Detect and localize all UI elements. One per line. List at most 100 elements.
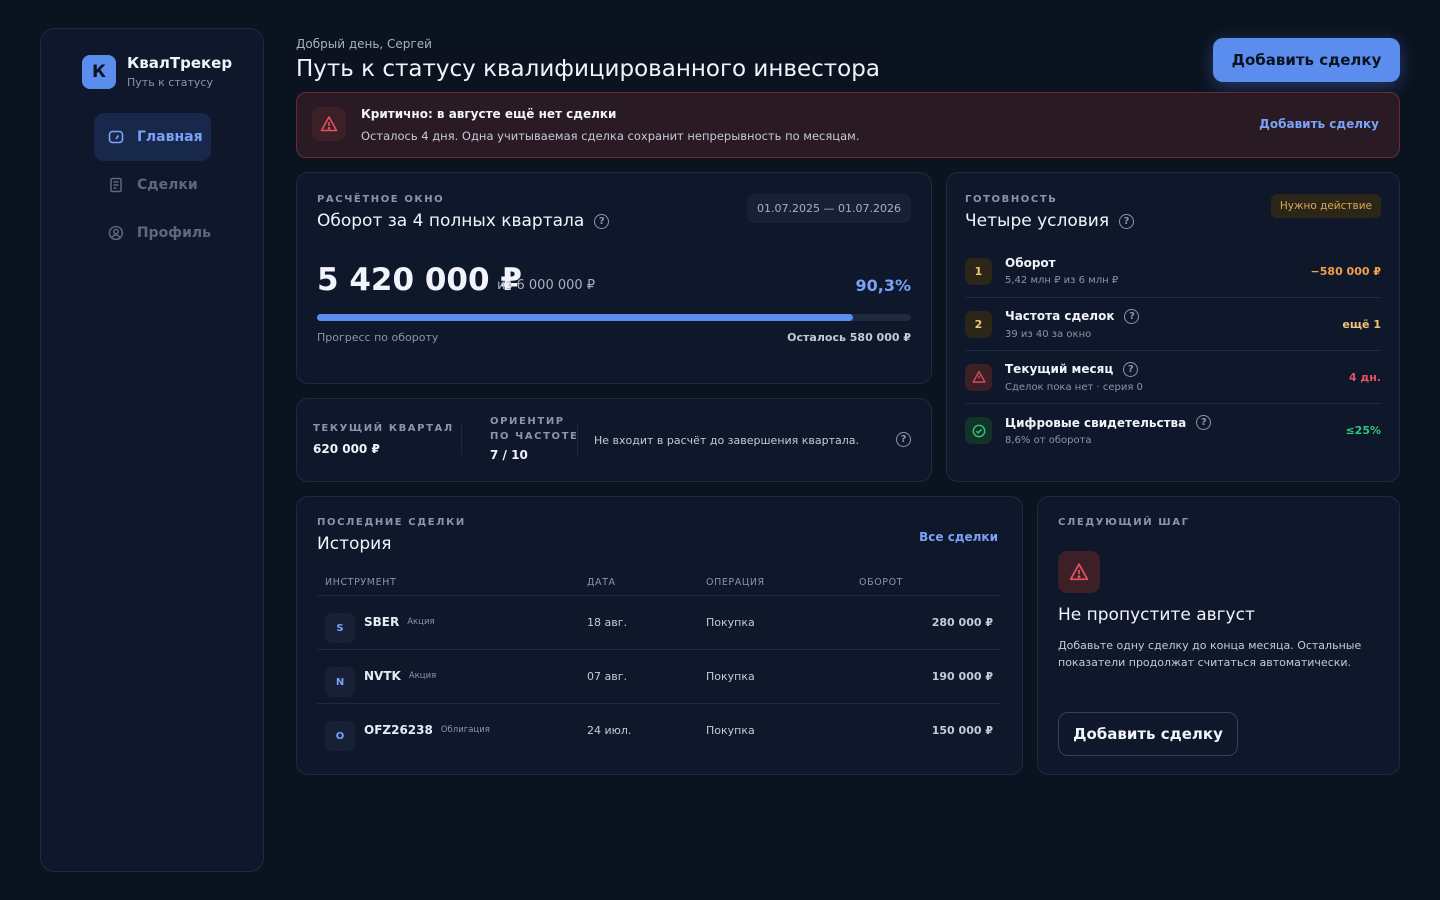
instrument-cell: O OFZ26238 Облигация	[325, 709, 579, 752]
condition-value: 4 дн.	[1348, 370, 1381, 384]
conditions-list: 1 Оборот 5,42 млн ₽ из 6 млн ₽ −580 000 …	[965, 245, 1381, 457]
sidebar-item-deals[interactable]: Сделки	[94, 161, 211, 209]
sidebar-item-profile[interactable]: Профиль	[94, 209, 211, 257]
brand-title: КвалТрекер	[127, 54, 233, 72]
condition-digital-evidence[interactable]: Цифровые свидетельства ? 8,6% от оборота…	[965, 404, 1381, 457]
table-row[interactable]: S SBER Акция 18 авг. Покупка 280 000 ₽	[317, 595, 1001, 650]
condition-sub: 5,42 млн ₽ из 6 млн ₽	[1005, 275, 1119, 286]
condition-name-row: Цифровые свидетельства ?	[1005, 415, 1212, 430]
instrument-avatar: O	[325, 721, 355, 752]
ticker: SBER	[364, 615, 400, 629]
alert-title: Критично: в августе ещё нет сделки	[361, 107, 617, 121]
brand[interactable]: К КвалТрекер Путь к статусу	[82, 54, 232, 89]
condition-name: Частота сделок	[1005, 309, 1115, 323]
divider	[577, 423, 578, 455]
deal-date: 07 авг.	[579, 649, 698, 704]
status-badge: Нужно действие	[1270, 194, 1381, 218]
quarter-note: Не входит в расчёт до завершения квартал…	[594, 434, 860, 447]
deal-operation: Покупка	[706, 723, 755, 737]
condition-name: Цифровые свидетельства	[1005, 415, 1187, 430]
sidebar-nav: Главная Сделки Профиль	[94, 113, 211, 257]
condition-name: Текущий месяц	[1005, 362, 1114, 376]
sidebar-item-home[interactable]: Главная	[94, 113, 211, 161]
instrument-avatar: S	[325, 613, 355, 643]
instrument-cell: S SBER Акция	[325, 601, 579, 643]
conditions-card: ГОТОВНОСТЬ Четыре условия ? Нужно действ…	[946, 172, 1400, 482]
page-title: Путь к статусу квалифицированного инвест…	[296, 56, 880, 82]
condition-number: 2	[965, 310, 992, 338]
help-icon[interactable]: ?	[1196, 415, 1212, 430]
column-header[interactable]: ИНСТРУМЕНТ	[317, 571, 579, 596]
help-icon[interactable]: ?	[1119, 213, 1135, 229]
document-icon	[110, 177, 122, 193]
condition-name-row: Частота сделок ?	[1005, 308, 1140, 324]
table-row[interactable]: O OFZ26238 Облигация 24 июл. Покупка 150…	[317, 703, 1001, 757]
greeting: Добрый день, Сергей	[296, 37, 432, 51]
condition-value: −580 000 ₽	[1310, 264, 1381, 278]
next-step-text: Добавьте одну сделку до конца месяца. Ос…	[1058, 639, 1362, 669]
ticker: OFZ26238	[364, 723, 433, 738]
frequency-value: 7 / 10	[490, 448, 528, 462]
history-card: ПОСЛЕДНИЕ СДЕЛКИ История Все сделки ИНСТ…	[296, 496, 1023, 775]
turnover-progress-bar	[317, 314, 911, 321]
turnover-progress-fill	[317, 314, 854, 321]
date-range-chip[interactable]: 01.07.2025 — 01.07.2026	[747, 194, 911, 223]
current-quarter-label: ТЕКУЩИЙ КВАРТАЛ	[313, 423, 454, 434]
sidebar-item-label: Сделки	[137, 177, 198, 193]
warning-icon	[1058, 551, 1100, 593]
help-icon[interactable]: ?	[896, 432, 911, 447]
gauge-icon	[108, 130, 124, 144]
turnover-card: РАСЧЁТНОЕ ОКНО Оборот за 4 полных кварта…	[296, 172, 932, 384]
condition-value: ≤25%	[1345, 424, 1381, 437]
condition-sub: 8,6% от оборота	[1005, 435, 1092, 446]
deal-date: 24 июл.	[587, 723, 632, 737]
instrument-cell: N NVTK Акция	[325, 655, 579, 697]
condition-turnover[interactable]: 1 Оборот 5,42 млн ₽ из 6 млн ₽ −580 000 …	[965, 245, 1381, 298]
help-icon[interactable]: ?	[1123, 361, 1139, 377]
column-header[interactable]: ДАТА	[579, 571, 698, 596]
warning-icon	[965, 363, 992, 391]
turnover-amount: 5 420 000 ₽	[317, 262, 522, 298]
column-header[interactable]: ОБОРОТ	[851, 571, 1001, 596]
table-row[interactable]: N NVTK Акция 07 авг. Покупка 190 000 ₽	[317, 649, 1001, 704]
history-title: История	[317, 534, 392, 554]
instrument-type: Облигация	[440, 725, 490, 736]
table-header-row: ИНСТРУМЕНТ ДАТА ОПЕРАЦИЯ ОБОРОТ	[317, 571, 1001, 596]
add-deal-button[interactable]: Добавить сделку	[1213, 38, 1400, 82]
sidebar-item-label: Профиль	[136, 225, 211, 241]
next-step-add-deal-button[interactable]: Добавить сделку	[1058, 712, 1238, 756]
progress-label: Прогресс по обороту	[317, 331, 439, 344]
ticker: NVTK	[364, 669, 401, 683]
deal-operation: Покупка	[698, 595, 851, 650]
alert-add-deal-link[interactable]: Добавить сделку	[1259, 117, 1379, 131]
condition-current-month[interactable]: Текущий месяц ? Сделок пока нет · серия …	[965, 351, 1381, 404]
current-quarter-value: 620 000 ₽	[313, 442, 380, 456]
check-icon	[965, 417, 992, 444]
instrument-type: Акция	[408, 671, 437, 681]
condition-frequency[interactable]: 2 Частота сделок ? 39 из 40 за окно ещё …	[965, 298, 1381, 351]
next-step-eyebrow: СЛЕДУЮЩИЙ ШАГ	[1058, 517, 1190, 528]
deal-date: 18 авг.	[579, 595, 698, 650]
frequency-label-line2: ПО ЧАСТОТЕ	[490, 431, 579, 442]
conditions-title-text: Четыре условия	[965, 211, 1110, 231]
frequency-label-line1: ОРИЕНТИР	[490, 416, 565, 427]
condition-name: Оборот	[1005, 256, 1056, 270]
history-eyebrow: ПОСЛЕДНИЕ СДЕЛКИ	[317, 517, 466, 528]
next-step-title: Не пропустите август	[1058, 605, 1255, 625]
turnover-total: из 6 000 000 ₽	[497, 278, 596, 293]
all-deals-link[interactable]: Все сделки	[919, 530, 998, 544]
deal-amount: 190 000 ₽	[851, 649, 1001, 704]
user-icon	[108, 225, 124, 241]
condition-value: ещё 1	[1342, 317, 1381, 331]
remaining-amount: Осталось 580 000 ₽	[787, 331, 911, 344]
instrument-avatar: N	[325, 667, 355, 697]
help-icon[interactable]: ?	[594, 213, 610, 229]
deal-operation: Покупка	[698, 649, 851, 704]
deal-amount: 150 000 ₽	[931, 723, 993, 737]
deal-amount: 280 000 ₽	[851, 595, 1001, 650]
column-header[interactable]: ОПЕРАЦИЯ	[698, 571, 851, 596]
instrument-type: Акция	[407, 617, 435, 627]
alert-text: Осталось 4 дня. Одна учитываемая сделка …	[361, 129, 860, 143]
condition-sub: 39 из 40 за окно	[1005, 328, 1092, 340]
help-icon[interactable]: ?	[1124, 308, 1140, 324]
